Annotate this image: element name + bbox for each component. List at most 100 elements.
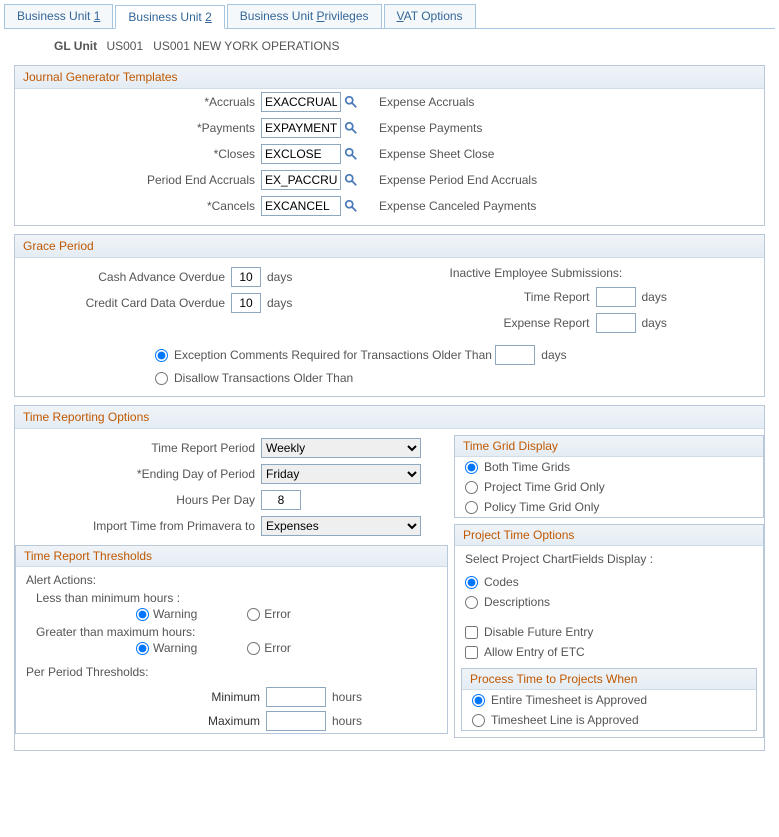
payments-input[interactable] bbox=[261, 118, 341, 138]
ending-day-label: *Ending Day of Period bbox=[21, 467, 261, 481]
exception-comments-radio[interactable] bbox=[155, 349, 168, 362]
greater-than-label: Greater than maximum hours: bbox=[26, 625, 437, 639]
pea-lookup-icon[interactable] bbox=[343, 172, 359, 188]
descriptions-label: Descriptions bbox=[484, 595, 550, 609]
credit-card-label: Credit Card Data Overdue bbox=[31, 296, 231, 310]
disallow-radio[interactable] bbox=[155, 372, 168, 385]
time-title: Time Reporting Options bbox=[15, 406, 764, 429]
descriptions-radio[interactable] bbox=[465, 596, 478, 609]
gt-warning-radio[interactable] bbox=[136, 642, 149, 655]
credit-days-unit: days bbox=[267, 296, 292, 310]
project-grid-label: Project Time Grid Only bbox=[484, 480, 605, 494]
accruals-desc: Expense Accruals bbox=[379, 95, 474, 109]
expense-report-label: Expense Report bbox=[456, 316, 596, 330]
import-primavera-label: Import Time from Primavera to bbox=[21, 519, 261, 533]
allow-etc-checkbox[interactable] bbox=[465, 646, 478, 659]
alert-actions-label: Alert Actions: bbox=[26, 573, 437, 587]
grid-title: Time Grid Display bbox=[455, 436, 763, 457]
project-time-options-section: Project Time Options Select Project Char… bbox=[454, 524, 764, 738]
policy-grid-label: Policy Time Grid Only bbox=[484, 500, 599, 514]
pea-input[interactable] bbox=[261, 170, 341, 190]
process-title: Process Time to Projects When bbox=[462, 669, 756, 690]
expense-report-days-input[interactable] bbox=[596, 313, 636, 333]
disallow-label: Disallow Transactions Older Than bbox=[174, 371, 353, 385]
timesheet-line-radio[interactable] bbox=[472, 714, 485, 727]
codes-label: Codes bbox=[484, 575, 519, 589]
less-than-label: Less than minimum hours : bbox=[26, 591, 437, 605]
cancels-label: *Cancels bbox=[21, 199, 261, 213]
minimum-input[interactable] bbox=[266, 687, 326, 707]
grace-period-section: Grace Period Cash Advance Overdue days C… bbox=[14, 234, 765, 397]
codes-radio[interactable] bbox=[465, 576, 478, 589]
per-period-label: Per Period Thresholds: bbox=[16, 659, 447, 685]
both-grids-radio[interactable] bbox=[465, 461, 478, 474]
entire-timesheet-radio[interactable] bbox=[472, 694, 485, 707]
journal-generator-templates-section: Journal Generator Templates *Accruals Ex… bbox=[14, 65, 765, 226]
gl-unit-desc: US001 NEW YORK OPERATIONS bbox=[153, 39, 339, 53]
closes-desc: Expense Sheet Close bbox=[379, 147, 494, 161]
pea-label: Period End Accruals bbox=[21, 173, 261, 187]
lt-error-label: Error bbox=[264, 607, 291, 621]
time-grid-display-section: Time Grid Display Both Time Grids Projec… bbox=[454, 435, 764, 518]
accruals-label: *Accruals bbox=[21, 95, 261, 109]
gl-unit-value: US001 bbox=[106, 39, 143, 53]
import-primavera-select[interactable]: Expenses bbox=[261, 516, 421, 536]
closes-lookup-icon[interactable] bbox=[343, 146, 359, 162]
minimum-hours-unit: hours bbox=[332, 690, 362, 704]
policy-grid-radio[interactable] bbox=[465, 501, 478, 514]
entire-timesheet-label: Entire Timesheet is Approved bbox=[491, 693, 647, 707]
hours-per-day-label: Hours Per Day bbox=[21, 493, 261, 507]
inactive-emp-label: Inactive Employee Submissions: bbox=[390, 264, 755, 284]
cancels-input[interactable] bbox=[261, 196, 341, 216]
time-report-days-unit: days bbox=[642, 290, 667, 304]
maximum-label: Maximum bbox=[16, 714, 266, 728]
accruals-lookup-icon[interactable] bbox=[343, 94, 359, 110]
time-report-thresholds-section: Time Report Thresholds Alert Actions: Le… bbox=[15, 545, 448, 734]
payments-label: *Payments bbox=[21, 121, 261, 135]
payments-lookup-icon[interactable] bbox=[343, 120, 359, 136]
exception-days-unit: days bbox=[541, 348, 566, 362]
jgt-title: Journal Generator Templates bbox=[15, 66, 764, 89]
disable-future-checkbox[interactable] bbox=[465, 626, 478, 639]
tab-business-unit-1[interactable]: Business Unit 1 bbox=[4, 4, 113, 28]
grace-title: Grace Period bbox=[15, 235, 764, 258]
cancels-lookup-icon[interactable] bbox=[343, 198, 359, 214]
gt-error-radio[interactable] bbox=[247, 642, 260, 655]
gt-error-label: Error bbox=[264, 641, 291, 655]
gl-unit-header: GL Unit US001 US001 NEW YORK OPERATIONS bbox=[4, 29, 775, 61]
cash-advance-input[interactable] bbox=[231, 267, 261, 287]
pto-select-label: Select Project ChartFields Display : bbox=[455, 546, 763, 572]
thresholds-title: Time Report Thresholds bbox=[16, 546, 447, 567]
lt-warning-radio[interactable] bbox=[136, 608, 149, 621]
time-report-days-input[interactable] bbox=[596, 287, 636, 307]
tab-business-unit-2[interactable]: Business Unit 2 bbox=[115, 5, 224, 29]
time-report-label: Time Report bbox=[456, 290, 596, 304]
lt-error-radio[interactable] bbox=[247, 608, 260, 621]
project-grid-radio[interactable] bbox=[465, 481, 478, 494]
credit-card-input[interactable] bbox=[231, 293, 261, 313]
pto-title: Project Time Options bbox=[455, 525, 763, 546]
exception-days-input[interactable] bbox=[495, 345, 535, 365]
timesheet-line-label: Timesheet Line is Approved bbox=[491, 713, 639, 727]
cancels-desc: Expense Canceled Payments bbox=[379, 199, 536, 213]
accruals-input[interactable] bbox=[261, 92, 341, 112]
payments-desc: Expense Payments bbox=[379, 121, 482, 135]
tab-vat-options[interactable]: VAT Options bbox=[384, 4, 476, 28]
ending-day-select[interactable]: Friday bbox=[261, 464, 421, 484]
gl-unit-label: GL Unit bbox=[54, 39, 97, 53]
both-grids-label: Both Time Grids bbox=[484, 460, 570, 474]
hours-per-day-input[interactable] bbox=[261, 490, 301, 510]
time-report-period-select[interactable]: Weekly bbox=[261, 438, 421, 458]
exception-comments-label: Exception Comments Required for Transact… bbox=[174, 348, 492, 362]
time-report-period-label: Time Report Period bbox=[21, 441, 261, 455]
process-time-section: Process Time to Projects When Entire Tim… bbox=[461, 668, 757, 731]
tab-bar: Business Unit 1 Business Unit 2 Business… bbox=[4, 4, 775, 29]
closes-input[interactable] bbox=[261, 144, 341, 164]
gt-warning-label: Warning bbox=[153, 641, 197, 655]
minimum-label: Minimum bbox=[16, 690, 266, 704]
maximum-input[interactable] bbox=[266, 711, 326, 731]
tab-business-unit-privileges[interactable]: Business Unit Privileges bbox=[227, 4, 382, 28]
lt-warning-label: Warning bbox=[153, 607, 197, 621]
expense-report-days-unit: days bbox=[642, 316, 667, 330]
cash-advance-label: Cash Advance Overdue bbox=[31, 270, 231, 284]
